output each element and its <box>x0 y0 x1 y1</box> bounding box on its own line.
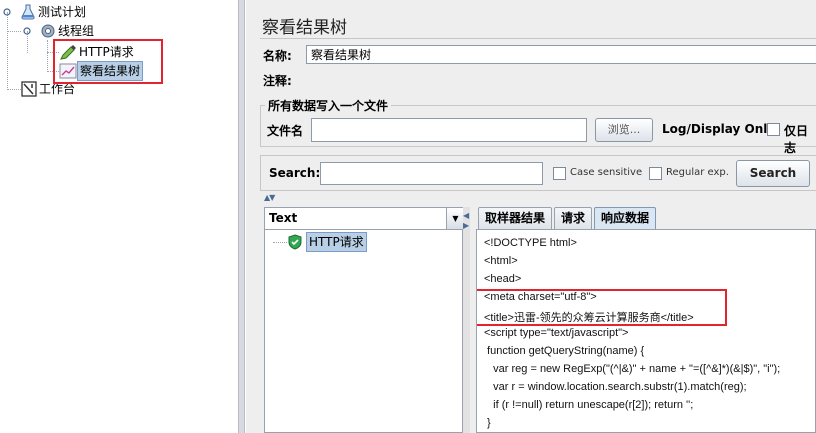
result-item[interactable]: HTTP请求 <box>287 232 367 252</box>
code-line: <head> <box>484 273 522 285</box>
results-splitter[interactable]: ◀ ▶ <box>463 207 470 433</box>
code-line: var reg = new RegExp("(^|&)" + name + "=… <box>484 363 781 375</box>
case-sensitive-label: Case sensitive <box>570 167 643 178</box>
response-data-view[interactable]: <!DOCTYPE html> <html> <head> <meta char… <box>476 229 816 433</box>
filename-label: 文件名 <box>267 124 304 138</box>
results-area: Text ▼ HTTP请求 ◀ ▶ 取样器结果 请求 响应数据 <!DOCTYP <box>260 202 816 433</box>
log-display-label: Log/Display Only: <box>662 122 780 136</box>
result-item-label: HTTP请求 <box>306 232 367 252</box>
tree-connector <box>7 89 21 90</box>
results-list-pane: Text ▼ HTTP请求 <box>264 207 464 433</box>
tree-item-label: 线程组 <box>58 24 95 38</box>
tree-connector <box>7 12 8 90</box>
tab-response-data[interactable]: 响应数据 <box>594 207 657 229</box>
name-label: 名称: <box>263 49 292 63</box>
renderer-select[interactable]: Text ▼ <box>265 208 464 230</box>
code-line: } <box>484 417 491 429</box>
result-tabs: 取样器结果 请求 响应数据 <box>478 207 658 229</box>
regular-exp-checkbox[interactable] <box>649 167 662 180</box>
tree-item-test-plan[interactable]: 测试计划 <box>20 3 88 21</box>
expand-toggle-icon[interactable] <box>3 8 11 16</box>
arrow-left-icon[interactable]: ◀ <box>463 211 469 220</box>
gear-icon <box>41 24 55 38</box>
chevron-down-icon[interactable]: ▼ <box>446 208 464 229</box>
tree-splitter[interactable] <box>238 0 245 433</box>
arrow-right-icon[interactable]: ▶ <box>463 221 469 230</box>
errors-only-checkbox[interactable] <box>767 123 780 136</box>
regular-exp-label: Regular exp. <box>666 167 729 178</box>
tab-request[interactable]: 请求 <box>554 207 593 229</box>
comment-label: 注释: <box>263 74 292 88</box>
group-title: 所有数据写入一个文件 <box>265 97 392 114</box>
case-sensitive-checkbox[interactable] <box>553 167 566 180</box>
view-results-tree-panel: 察看结果树 名称: 察看结果树 注释: 所有数据写入一个文件 文件名 浏览...… <box>246 0 816 433</box>
search-input[interactable] <box>320 162 543 185</box>
errors-only-label: 仅日志 <box>784 124 809 155</box>
page-title: 察看结果树 <box>262 18 347 38</box>
divider <box>260 38 816 39</box>
filename-field[interactable] <box>311 118 587 142</box>
success-shield-icon <box>288 234 302 250</box>
expand-toggle-icon[interactable] <box>23 27 31 35</box>
tree-connector <box>7 31 21 32</box>
code-line: <!DOCTYPE html> <box>484 237 577 249</box>
tree-item-thread-group[interactable]: 线程组 <box>40 22 96 40</box>
flask-icon <box>21 4 35 20</box>
comment-field[interactable] <box>302 70 816 89</box>
browse-button[interactable]: 浏览... <box>595 118 653 142</box>
code-line: function getQueryString(name) { <box>484 345 645 357</box>
highlight-box <box>53 39 163 84</box>
code-line: var r = window.location.search.substr(1)… <box>484 381 747 393</box>
search-button[interactable]: Search <box>736 160 810 187</box>
code-line: if (r !=null) return unescape(r[2]); ret… <box>484 399 694 411</box>
workbench-icon <box>21 81 37 97</box>
tree-connector <box>273 242 287 243</box>
search-label: Search: <box>269 166 321 180</box>
highlight-box <box>477 289 727 326</box>
test-plan-tree: 测试计划 线程组 HTTP请求 察看结果树 工作台 <box>0 0 238 433</box>
name-field[interactable]: 察看结果树 <box>306 45 816 64</box>
code-line: <script type="text/javascript"> <box>484 327 629 339</box>
collapse-arrows-icon[interactable]: ▲▼ <box>264 193 275 202</box>
tab-sampler-result[interactable]: 取样器结果 <box>478 207 553 229</box>
tree-connector <box>47 40 48 72</box>
code-line: <html> <box>484 255 518 267</box>
renderer-select-value: Text <box>269 211 298 225</box>
tree-item-label: 测试计划 <box>38 5 87 19</box>
